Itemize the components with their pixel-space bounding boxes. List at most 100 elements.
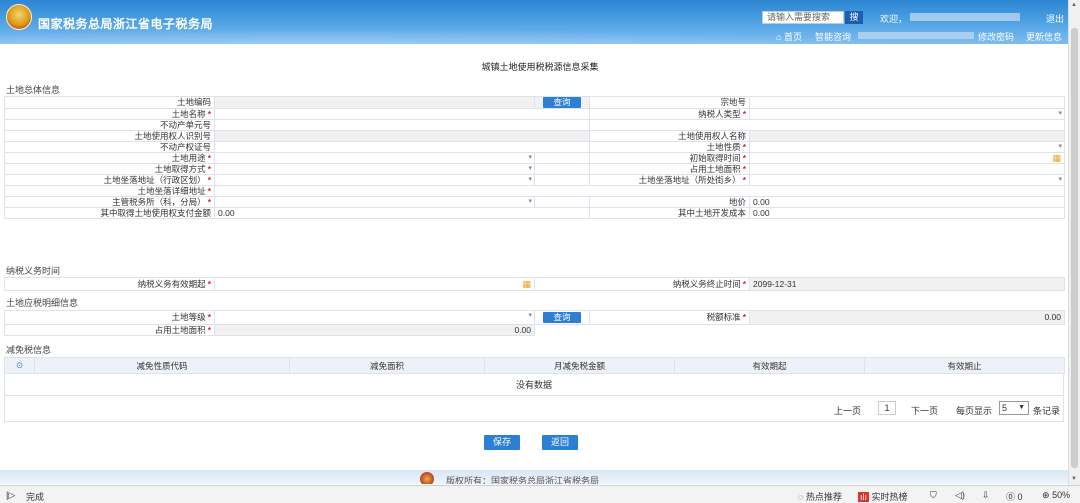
realty-unit-no-field[interactable] xyxy=(214,119,590,131)
label-parcel-no: 宗地号 xyxy=(589,96,750,109)
copyright-text: 版权所有：国家税务总局浙江省税务局 xyxy=(446,476,600,484)
realtime-hot-label: 实时热榜 xyxy=(871,492,908,502)
badge-icon: ⓪ xyxy=(1006,492,1016,502)
chevron-down-icon: ▼ xyxy=(1018,404,1025,411)
address-street-select[interactable] xyxy=(749,174,1065,186)
section-land-info: 土地总体信息 xyxy=(6,85,61,95)
empty-cell xyxy=(534,196,590,208)
grade-query-button[interactable]: 查询 xyxy=(543,312,581,323)
tax-office-select[interactable] xyxy=(214,196,535,208)
label-initial-acquire-time: 初始取得时间 * xyxy=(589,152,750,164)
land-name-field[interactable] xyxy=(214,108,590,120)
parcel-no-field[interactable] xyxy=(749,96,1065,109)
next-page-link[interactable]: 下一页 xyxy=(911,404,938,417)
page-toggle-icon[interactable]: |▷ xyxy=(6,490,15,501)
consult-link[interactable]: 智能咨询 xyxy=(815,30,851,43)
section-tax-detail: 土地应税明细信息 xyxy=(6,298,79,308)
section-exemption: 减免税信息 xyxy=(6,345,52,355)
label-tax-start: 纳税义务有效期起 * xyxy=(4,277,215,291)
per-page-select[interactable]: 5 ▼ xyxy=(999,401,1029,415)
prev-page-link[interactable]: 上一页 xyxy=(834,404,861,417)
label-land-name: 土地名称 * xyxy=(4,108,215,120)
label-tax-standard: 税额标准 * xyxy=(589,310,750,325)
tax-emblem-logo xyxy=(6,4,32,30)
empty-cell xyxy=(589,119,1065,131)
label-land-nature: 土地性质 * xyxy=(589,141,750,153)
initial-acquire-time-field[interactable]: ▦ xyxy=(749,152,1065,164)
scrollbar-thumb[interactable] xyxy=(1071,28,1078,468)
label-user-id: 土地使用权人识别号 xyxy=(4,130,215,142)
land-query-button[interactable]: 查询 xyxy=(543,97,581,108)
realtime-hot[interactable]: ılı 实时热榜 xyxy=(858,490,908,503)
col-header: 有效期止 xyxy=(864,357,1065,374)
hot-recommend[interactable]: ◌ 热点推荐 xyxy=(798,490,842,503)
label-address-detail: 土地坐落详细地址 * xyxy=(4,185,215,197)
back-button[interactable]: 返回 xyxy=(542,435,578,450)
vertical-scrollbar[interactable]: ▲ ▼ xyxy=(1068,0,1080,485)
top-banner: 国家税务总局浙江省电子税务局 请输入需要搜索 搜 欢迎， 退出 ⌂ 首页 智能咨… xyxy=(0,0,1080,44)
logout-link[interactable]: 退出 xyxy=(1046,12,1064,25)
dev-cost-field[interactable]: 0.00 xyxy=(749,207,1065,219)
label-land-price: 地价 xyxy=(589,196,750,208)
taxpayer-type-select[interactable] xyxy=(749,108,1065,120)
chart-icon: ılı xyxy=(858,492,870,502)
land-price-field[interactable]: 0.00 xyxy=(749,196,1065,208)
address-district-select[interactable] xyxy=(214,174,535,186)
refresh-icon: ◌ xyxy=(798,492,804,502)
label-occupied-area: 占用土地面积 * xyxy=(589,163,750,175)
shield-icon[interactable]: ⛉ xyxy=(930,490,937,501)
scroll-down-icon[interactable]: ▼ xyxy=(1071,476,1077,482)
empty-cell xyxy=(535,325,1065,336)
page-title: 城镇土地使用税税源信息采集 xyxy=(481,62,599,72)
add-row-icon[interactable]: ⊙ xyxy=(4,357,35,374)
save-button[interactable]: 保存 xyxy=(484,435,520,450)
search-input[interactable]: 请输入需要搜索 xyxy=(762,11,844,24)
search-button[interactable]: 搜 xyxy=(845,11,863,24)
land-code-field[interactable] xyxy=(214,96,535,109)
realty-cert-no-field[interactable] xyxy=(214,141,590,153)
land-grade-select[interactable] xyxy=(214,310,535,325)
zoom-control[interactable]: ⊕ 50% xyxy=(1042,490,1070,501)
col-header: 月减免税金额 xyxy=(484,357,675,374)
status-done: 完成 xyxy=(26,492,45,502)
label-taxpayer-type: 纳税人类型 * xyxy=(589,108,750,120)
tax-standard-field: 0.00 xyxy=(749,310,1065,325)
records-label: 条记录 xyxy=(1033,406,1061,416)
download-icon[interactable]: ⇩ xyxy=(982,490,990,501)
tax-period-form: 纳税义务有效期起 * ▦ 纳税义务终止时间 * 2099-12-31 xyxy=(4,277,1066,291)
label-detail-area: 占用土地面积 * xyxy=(4,324,215,336)
change-password-link[interactable]: 修改密码 xyxy=(978,30,1014,43)
update-info-link[interactable]: 更新信息 xyxy=(1026,30,1062,43)
counter[interactable]: ⓪ 0 xyxy=(1006,490,1023,503)
label-address-district: 土地坐落地址（行政区划） * xyxy=(4,174,215,186)
land-use-select[interactable] xyxy=(214,152,535,164)
home-link[interactable]: ⌂ 首页 xyxy=(776,30,802,43)
land-nature-select[interactable] xyxy=(749,141,1065,153)
tax-detail-form: 土地等级* 查询 税额标准* 0.00 占用土地面积* 0.00 xyxy=(4,310,1065,336)
label-tax-office: 主管税务所（科，分局） * xyxy=(4,196,215,208)
occupied-area-field[interactable] xyxy=(749,163,1065,175)
label-address-street: 土地坐落地址（所处街乡） * xyxy=(589,174,750,186)
label-land-grade: 土地等级 * xyxy=(4,310,215,325)
tax-start-field[interactable]: ▦ xyxy=(214,277,535,291)
label-realty-unit-no: 不动产单元号 xyxy=(4,119,215,131)
per-page-value: 5 xyxy=(1002,403,1008,413)
calendar-icon[interactable]: ▦ xyxy=(1052,154,1061,163)
label-dev-cost: 其中土地开发成本 xyxy=(589,207,750,219)
zoom-icon: ⊕ xyxy=(1042,490,1050,500)
scroll-up-icon[interactable]: ▲ xyxy=(1071,2,1077,8)
calendar-icon[interactable]: ▦ xyxy=(522,279,531,289)
label-land-use: 土地用途 * xyxy=(4,152,215,164)
label-acq-payment: 其中取得土地使用权支付金额 xyxy=(4,207,215,219)
address-detail-field[interactable] xyxy=(214,185,1065,197)
acq-payment-field[interactable]: 0.00 xyxy=(214,207,590,219)
label-tax-end: 纳税义务终止时间 * xyxy=(533,277,751,291)
acquire-method-select[interactable] xyxy=(214,163,535,175)
current-page[interactable]: 1 xyxy=(878,401,896,415)
label-realty-cert-no: 不动产权证号 xyxy=(4,141,215,153)
site-title: 国家税务总局浙江省电子税务局 xyxy=(38,17,214,31)
land-query-cell: 查询 xyxy=(534,96,590,109)
land-info-form: 土地编码 查询 宗地号 土地名称* 纳税人类型* 不动产单元号 土地使用权人识别… xyxy=(4,96,1065,219)
nav-redacted xyxy=(858,32,974,39)
speaker-icon[interactable]: ◁) xyxy=(955,490,965,501)
